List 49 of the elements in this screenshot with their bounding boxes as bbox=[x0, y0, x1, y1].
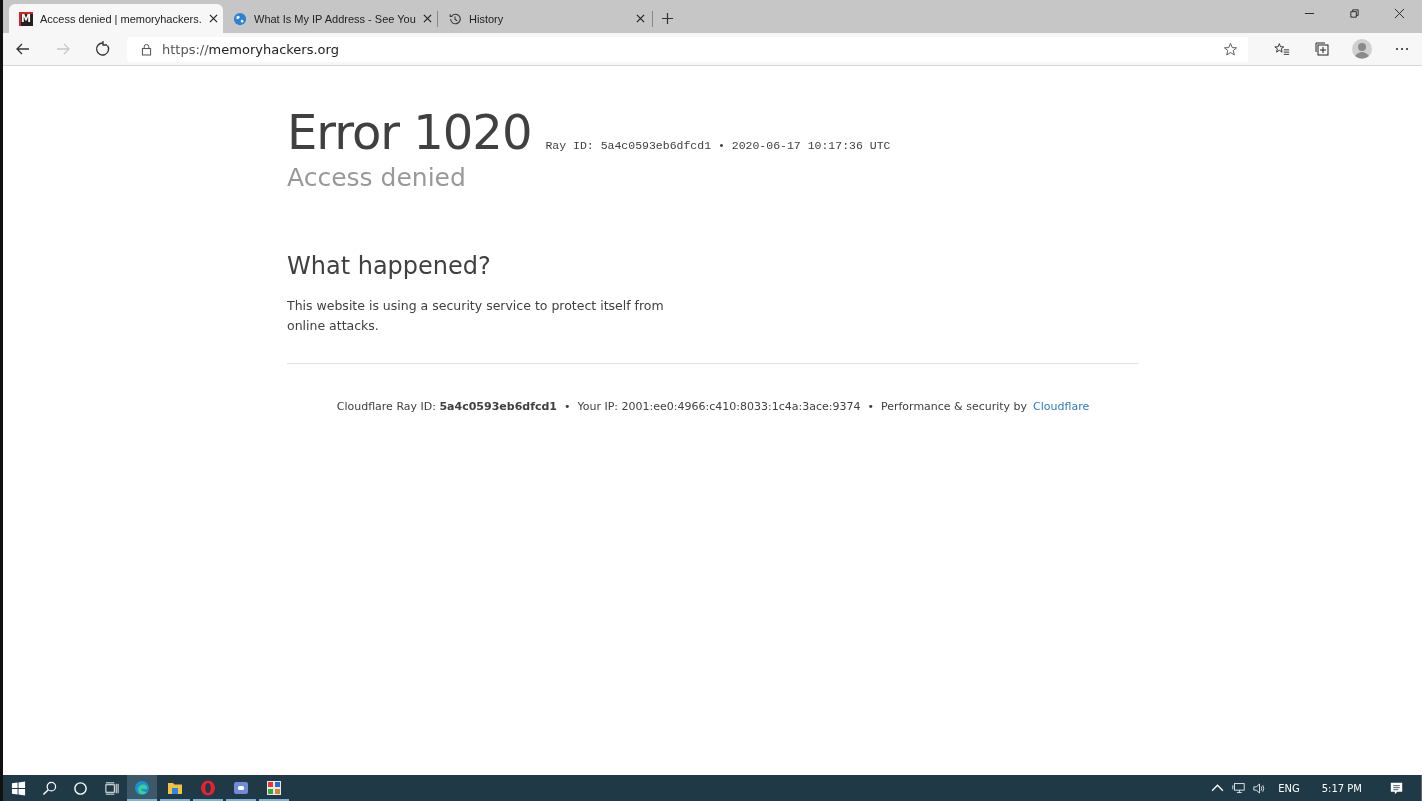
globe-icon bbox=[233, 11, 247, 26]
network-icon[interactable] bbox=[1232, 781, 1246, 795]
edge-icon bbox=[134, 780, 150, 796]
refresh-icon[interactable] bbox=[95, 41, 111, 57]
url-text: https://memoryhackers.org bbox=[162, 41, 340, 57]
notification-icon[interactable] bbox=[1390, 781, 1403, 795]
browser-tab[interactable]: History bbox=[438, 4, 652, 33]
search-icon[interactable] bbox=[42, 780, 57, 796]
tab-title: Access denied | memoryhackers. bbox=[40, 12, 202, 25]
language-indicator[interactable]: ENG bbox=[1278, 782, 1300, 794]
favorites-icon[interactable] bbox=[1274, 41, 1290, 57]
footer-text: Your IP: 2001:ee0:4966:c410:8033:1c4a:3ace:9374 bbox=[577, 400, 861, 413]
section-heading: What happened? bbox=[287, 251, 492, 282]
folder-icon bbox=[167, 780, 183, 796]
browser-tab[interactable]: M Access denied | memoryhackers. bbox=[9, 4, 223, 33]
error-title: Error 1020 bbox=[287, 103, 532, 162]
address-field[interactable]: https://memoryhackers.org bbox=[127, 36, 1248, 62]
ray-id-text: Ray ID: 5a4c0593eb6dfcd1 • 2020-06-17 10:17:36 UTC bbox=[545, 139, 891, 152]
collections-icon[interactable] bbox=[1314, 41, 1330, 57]
new-tab-icon[interactable] bbox=[661, 12, 674, 25]
tab-title: What Is My IP Address - See You bbox=[254, 12, 416, 25]
footer-text: Cloudflare Ray ID: 5a4c0593eb6dfcd1 bbox=[336, 400, 557, 413]
app-grid-icon bbox=[266, 780, 282, 796]
volume-icon[interactable] bbox=[1253, 781, 1267, 795]
star-icon[interactable] bbox=[1223, 41, 1238, 57]
bullet-separator: • bbox=[867, 400, 874, 413]
close-icon[interactable] bbox=[636, 14, 645, 23]
task-view-icon[interactable] bbox=[104, 780, 119, 796]
history-icon bbox=[448, 11, 462, 26]
chat-app-icon bbox=[233, 780, 249, 796]
error-subtitle: Access denied bbox=[287, 162, 467, 194]
section-text: This website is using a security service to protect itself from online attacks. bbox=[287, 297, 665, 335]
back-icon[interactable] bbox=[15, 41, 31, 57]
close-icon[interactable] bbox=[208, 14, 218, 23]
cortana-icon[interactable] bbox=[73, 780, 88, 796]
footer-text: Performance & security by bbox=[880, 400, 1028, 413]
browser-tab[interactable]: What Is My IP Address - See You bbox=[223, 4, 437, 33]
tab-title: History bbox=[469, 12, 505, 25]
close-icon[interactable] bbox=[422, 14, 432, 23]
restore-icon[interactable] bbox=[1349, 8, 1360, 19]
cloudflare-link[interactable]: Cloudflare bbox=[1033, 400, 1090, 413]
close-icon[interactable] bbox=[1394, 8, 1405, 19]
site-favicon: M bbox=[19, 11, 33, 26]
profile-avatar[interactable] bbox=[1352, 39, 1372, 59]
bullet-separator: • bbox=[564, 400, 571, 413]
windows-start-icon[interactable] bbox=[11, 780, 26, 796]
clock-text[interactable]: 5:17 PM bbox=[1321, 782, 1362, 794]
lock-icon bbox=[141, 42, 152, 56]
opera-icon bbox=[200, 780, 216, 796]
